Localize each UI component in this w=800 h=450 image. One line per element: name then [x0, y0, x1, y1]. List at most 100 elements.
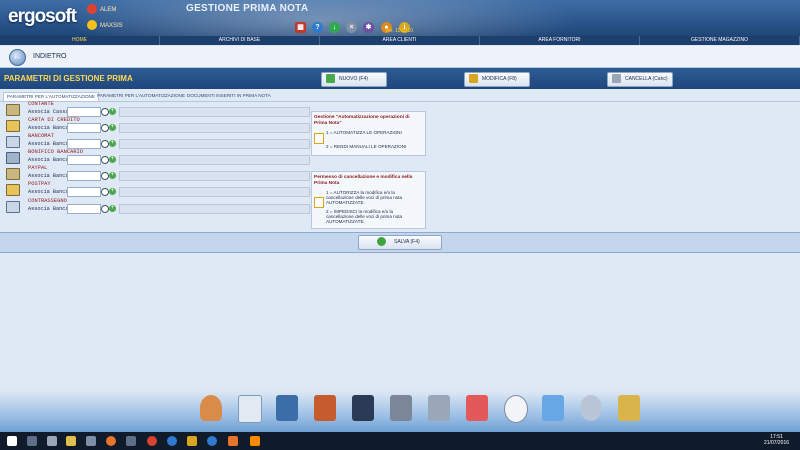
help-icon[interactable]: ?	[312, 22, 323, 33]
add-icon[interactable]: +	[109, 188, 116, 195]
app-icon[interactable]	[126, 436, 136, 446]
printer-icon[interactable]	[428, 395, 450, 421]
search-icon[interactable]	[101, 156, 109, 164]
account-input[interactable]	[67, 187, 101, 197]
account-input[interactable]	[67, 123, 101, 133]
system-clock[interactable]: 17:51 21/07/2016	[764, 434, 789, 446]
add-icon[interactable]: +	[109, 140, 116, 147]
payment-name: CONTRASSEGNO	[28, 198, 67, 204]
nav-area-fornitori[interactable]: AREA FORNITORI	[480, 36, 640, 45]
card-icon[interactable]	[238, 395, 262, 423]
permission-panel: Permesso di cancellazione e modifica nel…	[311, 171, 426, 229]
add-icon[interactable]: +	[109, 172, 116, 179]
disk-icon[interactable]	[390, 395, 412, 421]
permission-option-1: 1 = AUTORIZZA la modifica e/o la cancell…	[326, 190, 403, 205]
save-label: SALVA (F4)	[394, 239, 420, 245]
account-description-field	[119, 139, 310, 149]
chrome-icon[interactable]	[147, 436, 157, 446]
gear-icon[interactable]: ✱	[363, 22, 374, 33]
close-icon[interactable]: ×	[346, 22, 357, 33]
store-icon[interactable]	[86, 436, 96, 446]
app-title: GESTIONE PRIMA NOTA	[186, 3, 309, 14]
windows-start-icon[interactable]	[7, 436, 17, 446]
account-input[interactable]	[67, 139, 101, 149]
nav-gestione-magazzino[interactable]: GESTIONE MAGAZZINO	[640, 36, 800, 45]
payment-row: BONIFICO BANCARIO Associa Banca +	[4, 149, 310, 165]
edit-label: MODIFICA (F8)	[482, 76, 517, 82]
nav-area-clienti[interactable]: AREA CLIENTI	[320, 36, 480, 45]
account-description-field	[119, 107, 310, 117]
new-button[interactable]: NUOVO (F4)	[321, 72, 387, 87]
back-bar	[0, 46, 800, 68]
add-icon[interactable]: +	[109, 156, 116, 163]
search-icon[interactable]	[101, 188, 109, 196]
user-icon	[87, 4, 97, 15]
ergosoft-taskbar-icon[interactable]	[187, 436, 197, 446]
save-button[interactable]: SALVA (F4)	[358, 235, 442, 250]
os-taskbar	[0, 432, 800, 450]
new-icon	[326, 74, 335, 84]
clock-icon[interactable]	[504, 395, 528, 423]
calendar-icon[interactable]	[466, 395, 488, 421]
back-arrow-icon[interactable]: ←	[9, 49, 26, 66]
search-icon[interactable]	[101, 172, 109, 180]
desktop-icon[interactable]	[47, 436, 57, 446]
payment-name: CONTANTE	[28, 101, 54, 107]
file-explorer-icon[interactable]	[66, 436, 76, 446]
nav-home[interactable]: HOME	[0, 36, 160, 45]
payment-assoc-label: Associa Banca	[28, 141, 69, 147]
permission-value-input[interactable]	[314, 197, 324, 208]
back-label[interactable]: INDIETRO	[33, 53, 66, 60]
documents-icon[interactable]	[314, 395, 336, 421]
credit-card-icon	[6, 120, 20, 132]
payment-assoc-label: Associa Banca	[28, 173, 69, 179]
account-input[interactable]	[67, 107, 101, 117]
customer-icon[interactable]	[200, 395, 222, 421]
app-icon[interactable]	[207, 436, 217, 446]
automation-value-input[interactable]	[314, 133, 324, 144]
tab-automatizzazione-2[interactable]: PARAMETRI PER L'AUTOMATIZZAZIONE	[94, 92, 188, 100]
task-view-icon[interactable]	[27, 436, 37, 446]
account-input[interactable]	[67, 155, 101, 165]
edit-button[interactable]: MODIFICA (F8)	[464, 72, 530, 87]
search-icon[interactable]	[580, 395, 602, 421]
search-icon[interactable]	[101, 140, 109, 148]
tab-automatizzazione-1[interactable]: PARAMETRI PER L'AUTOMATIZZAZIONE	[3, 92, 99, 101]
calendar-icon[interactable]: ▦	[295, 22, 306, 33]
download-icon[interactable]: ↓	[329, 22, 340, 33]
account-description-field	[119, 204, 310, 214]
delete-button[interactable]: CANCELLA (Canc)	[607, 72, 673, 87]
internet-explorer-icon[interactable]	[167, 436, 177, 446]
add-icon[interactable]: +	[109, 205, 116, 212]
tab-documenti-prima-nota[interactable]: DOCUMENTI INSERITI IN PRIMA NOTA	[184, 92, 274, 100]
payment-row: CARTA DI CREDITO Associa Banca +	[4, 117, 310, 133]
add-icon[interactable]: +	[109, 108, 116, 115]
permission-option-2: 2 = IMPEDISCI la modifica e/o la cancell…	[326, 209, 403, 224]
payment-name: POSTPAY	[28, 181, 51, 187]
payment-row: BANCOMAT Associa Banca +	[4, 133, 310, 149]
tag-icon[interactable]	[542, 395, 564, 421]
account-input[interactable]	[67, 204, 101, 214]
payment-name: BANCOMAT	[28, 133, 54, 139]
security-icon[interactable]	[352, 395, 374, 421]
search-icon[interactable]	[101, 205, 109, 213]
tools-icon[interactable]	[618, 395, 640, 421]
payment-row: POSTPAY Associa Banca +	[4, 181, 310, 197]
payment-assoc-label: Associa Cassa	[28, 109, 69, 115]
account-input[interactable]	[67, 171, 101, 181]
new-label: NUOVO (F4)	[339, 76, 368, 82]
account-description-field	[119, 155, 310, 165]
app-icon[interactable]	[228, 436, 238, 446]
cash-register-icon	[6, 104, 20, 116]
search-icon[interactable]	[101, 108, 109, 116]
add-icon[interactable]: +	[109, 124, 116, 131]
search-icon[interactable]	[101, 124, 109, 132]
vlc-icon[interactable]	[250, 436, 260, 446]
account-description-field	[119, 123, 310, 133]
user-maxsis[interactable]: MAXSIS	[87, 20, 123, 32]
nav-archivi-di-base[interactable]: ARCHIVI DI BASE	[160, 36, 320, 45]
user-alem[interactable]: ALEM	[87, 4, 116, 16]
binder-icon[interactable]	[276, 395, 298, 421]
delete-icon	[612, 74, 621, 84]
firefox-icon[interactable]	[106, 436, 116, 446]
